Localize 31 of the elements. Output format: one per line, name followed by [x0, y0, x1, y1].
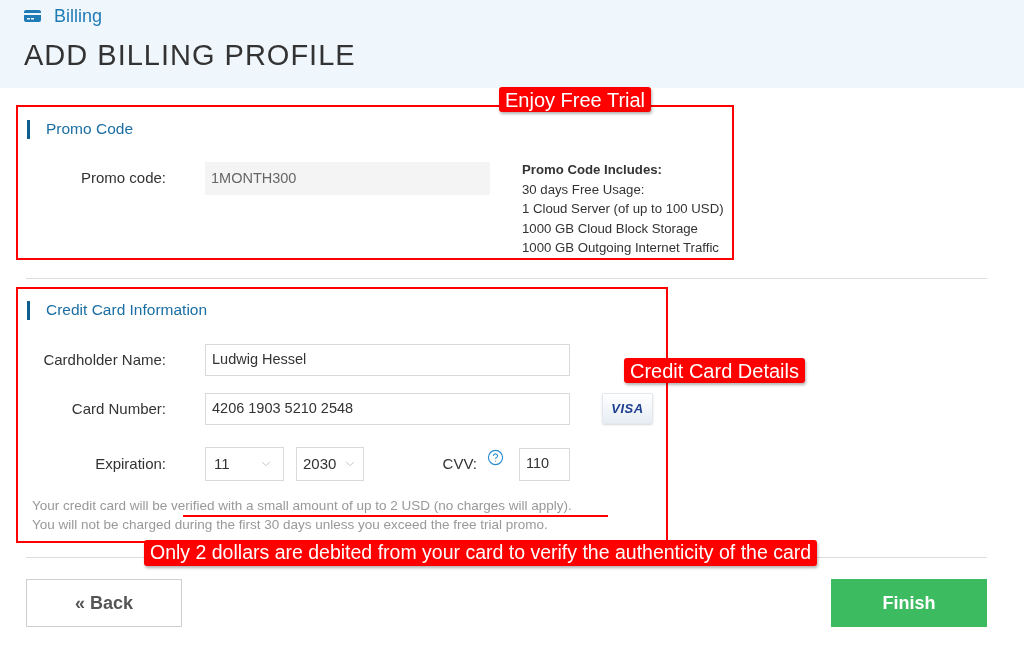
cvv-field[interactable]: 110	[519, 447, 570, 481]
card-brand-badge: VISA	[602, 393, 653, 424]
includes-item: 1 Cloud Server (of up to 100 USD)	[522, 200, 724, 218]
field-label: Expiration:	[95, 453, 166, 474]
note-text: You will not be charged during the first 30 days unless you exceed the free trial promo.	[32, 517, 548, 532]
annotation-callout: Enjoy Free Trial	[499, 87, 652, 112]
month-select[interactable]: 11	[205, 447, 284, 481]
credit-card-icon	[24, 10, 41, 22]
includes-item: 1000 GB Outgoing Internet Traffic	[522, 239, 720, 257]
includes-item: 30 days Free Usage:	[522, 180, 646, 199]
year-select[interactable]: 2030	[296, 447, 364, 481]
field-label: Promo code:	[80, 168, 166, 189]
field-label: Cardholder Name:	[43, 349, 166, 370]
field-label: Card Number:	[71, 398, 166, 419]
back-button[interactable]: « Back	[26, 579, 182, 627]
section-accent-bar	[27, 300, 30, 320]
includes-heading: Promo Code Includes:	[522, 161, 663, 179]
annotation-callout: Only 2 dollars are debited from your card to verify the authenticity of the card	[144, 540, 818, 566]
help-icon[interactable]	[487, 449, 504, 466]
input-field[interactable]: 4206 1903 5210 2548	[205, 393, 570, 425]
field-label: CVV:	[442, 453, 477, 474]
page-title: ADD BILLING PROFILE	[24, 38, 356, 72]
annotation-callout: Credit Card Details	[624, 358, 805, 383]
input-field[interactable]: Ludwig Hessel	[205, 344, 570, 376]
section-title: Promo Code	[46, 120, 133, 138]
promo-code-field: 1MONTH300	[205, 162, 490, 195]
breadcrumb-link[interactable]: Billing	[54, 2, 103, 30]
section-title: Credit Card Information	[46, 301, 208, 319]
includes-item: 1000 GB Cloud Block Storage	[522, 219, 699, 238]
section-accent-bar	[27, 119, 30, 139]
note-text: Your credit card will be verified with a small amount of up to 2 USD (no charges will apply).	[32, 498, 572, 513]
